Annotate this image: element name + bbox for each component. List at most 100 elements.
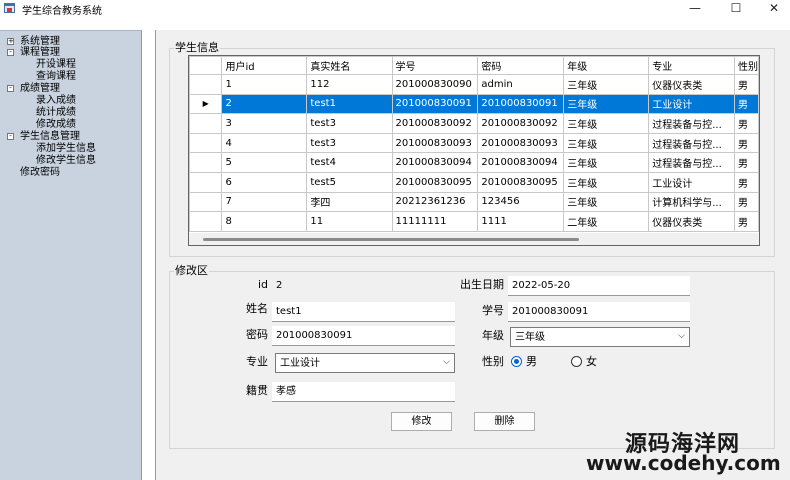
collapse-icon[interactable]: - bbox=[7, 85, 14, 92]
collapse-icon[interactable]: - bbox=[7, 133, 14, 140]
current-row-indicator-icon[interactable]: ▶ bbox=[189, 93, 223, 115]
cell[interactable]: 7 bbox=[221, 191, 308, 213]
cell[interactable]: 6 bbox=[221, 171, 308, 193]
tree-node-edit-grades[interactable]: 修改成绩 bbox=[36, 119, 76, 131]
cell[interactable]: 201000830094 bbox=[477, 152, 565, 173]
close-button[interactable]: ✕ bbox=[757, 0, 790, 17]
column-header[interactable]: 性别 bbox=[733, 56, 759, 75]
gender-female-radio[interactable] bbox=[571, 356, 582, 367]
delete-button[interactable]: 删除 bbox=[474, 412, 535, 431]
cell[interactable]: 男 bbox=[733, 93, 759, 115]
tree-node-stat-grades[interactable]: 统计成绩 bbox=[36, 107, 76, 119]
cell[interactable]: 男 bbox=[733, 132, 759, 154]
maximize-button[interactable]: ☐ bbox=[719, 0, 753, 17]
major-select[interactable]: 工业设计 ⌵ bbox=[275, 353, 455, 373]
cell[interactable]: 112 bbox=[306, 74, 393, 95]
cell[interactable]: 201000830095 bbox=[391, 171, 479, 193]
cell[interactable]: 计算机科学与... bbox=[648, 191, 735, 213]
cell[interactable]: 过程装备与控... bbox=[648, 113, 735, 134]
cell[interactable]: 男 bbox=[733, 74, 759, 95]
cell[interactable]: 2 bbox=[221, 93, 308, 115]
table-row[interactable]: 3 test3 201000830092 201000830092 三年级 过程… bbox=[189, 113, 759, 134]
gender-male-radio[interactable] bbox=[511, 356, 522, 367]
chevron-down-icon[interactable]: ⌵ bbox=[443, 356, 450, 369]
cell[interactable]: 男 bbox=[733, 211, 759, 232]
cell[interactable]: 5 bbox=[221, 152, 308, 173]
cell[interactable]: 三年级 bbox=[563, 152, 650, 173]
cell[interactable]: 8 bbox=[221, 211, 308, 232]
row-header[interactable] bbox=[189, 191, 223, 213]
tree-node-add-student[interactable]: 添加学生信息 bbox=[36, 143, 96, 155]
gender-male-label[interactable]: 男 bbox=[526, 355, 537, 369]
cell[interactable]: 11 bbox=[306, 211, 393, 232]
tree-node-open-course[interactable]: 开设课程 bbox=[36, 59, 76, 71]
cell[interactable]: test4 bbox=[306, 152, 393, 173]
table-row[interactable]: 7 李四 20212361236 123456 三年级 计算机科学与... 男 bbox=[189, 191, 759, 213]
cell[interactable]: 1111 bbox=[477, 211, 565, 232]
cell[interactable]: 201000830093 bbox=[477, 132, 565, 154]
expand-icon[interactable]: + bbox=[7, 38, 14, 45]
cell[interactable]: 二年级 bbox=[563, 211, 650, 232]
cell[interactable]: test1 bbox=[306, 93, 393, 115]
scrollbar-thumb[interactable] bbox=[203, 238, 579, 241]
cell[interactable]: 李四 bbox=[306, 191, 393, 213]
cell[interactable]: 男 bbox=[733, 113, 759, 134]
cell[interactable]: 3 bbox=[221, 113, 308, 134]
grid-horizontal-scrollbar[interactable] bbox=[188, 233, 760, 246]
cell[interactable]: 三年级 bbox=[563, 74, 650, 95]
table-row[interactable]: 1 112 201000830090 admin 三年级 仪器仪表类 男 bbox=[189, 74, 759, 95]
row-header[interactable] bbox=[189, 171, 223, 193]
cell[interactable]: 201000830093 bbox=[391, 132, 479, 154]
collapse-icon[interactable]: - bbox=[7, 49, 14, 56]
cell[interactable]: 三年级 bbox=[563, 93, 650, 115]
cell[interactable]: 男 bbox=[733, 191, 759, 213]
table-row[interactable]: 8 11 11111111 1111 二年级 仪器仪表类 男 bbox=[189, 211, 759, 232]
student-no-field[interactable]: 201000830091 bbox=[508, 302, 690, 322]
tree-node-query-course[interactable]: 查询课程 bbox=[36, 71, 76, 83]
cell[interactable]: 4 bbox=[221, 132, 308, 154]
table-row-selected[interactable]: ▶ 2 test1 201000830091 201000830091 三年级 … bbox=[189, 93, 759, 115]
column-header[interactable]: 真实姓名 bbox=[306, 56, 393, 75]
tree-node-change-password[interactable]: 修改密码 bbox=[20, 167, 60, 179]
cell[interactable]: 123456 bbox=[477, 191, 565, 213]
chevron-down-icon[interactable]: ⌵ bbox=[678, 330, 685, 343]
column-header[interactable]: 年级 bbox=[563, 56, 650, 75]
column-header[interactable]: 用户id bbox=[221, 56, 308, 75]
minimize-button[interactable]: — bbox=[678, 0, 712, 17]
cell[interactable]: 201000830094 bbox=[391, 152, 479, 173]
column-header[interactable]: 密码 bbox=[477, 56, 565, 75]
cell[interactable]: test3 bbox=[306, 132, 393, 154]
name-field[interactable]: test1 bbox=[272, 302, 455, 322]
grade-select[interactable]: 三年级 ⌵ bbox=[510, 327, 690, 347]
modify-button[interactable]: 修改 bbox=[391, 412, 452, 431]
cell[interactable]: 201000830091 bbox=[391, 93, 479, 115]
cell[interactable]: 男 bbox=[733, 171, 759, 193]
cell[interactable]: 工业设计 bbox=[648, 93, 735, 115]
cell[interactable]: 过程装备与控... bbox=[648, 152, 735, 173]
row-header[interactable] bbox=[189, 152, 223, 173]
cell[interactable]: 过程装备与控... bbox=[648, 132, 735, 154]
cell[interactable]: 三年级 bbox=[563, 132, 650, 154]
table-row[interactable]: 5 test4 201000830094 201000830094 三年级 过程… bbox=[189, 152, 759, 173]
cell[interactable]: 男 bbox=[733, 152, 759, 173]
table-row[interactable]: 4 test3 201000830093 201000830093 三年级 过程… bbox=[189, 132, 759, 154]
cell[interactable]: 11111111 bbox=[391, 211, 479, 232]
cell[interactable]: 三年级 bbox=[563, 113, 650, 134]
student-grid[interactable]: 用户id 真实姓名 学号 密码 年级 专业 性别 1 112 201000830… bbox=[188, 55, 760, 246]
cell[interactable]: 201000830092 bbox=[477, 113, 565, 134]
cell[interactable]: test5 bbox=[306, 171, 393, 193]
cell[interactable]: 三年级 bbox=[563, 191, 650, 213]
row-header[interactable] bbox=[189, 74, 223, 95]
birth-date-field[interactable]: 2022-05-20 bbox=[508, 276, 690, 296]
table-row[interactable]: 6 test5 201000830095 201000830095 三年级 工业… bbox=[189, 171, 759, 193]
tree-node-edit-student[interactable]: 修改学生信息 bbox=[36, 155, 96, 167]
cell[interactable]: 201000830095 bbox=[477, 171, 565, 193]
cell[interactable]: test3 bbox=[306, 113, 393, 134]
cell[interactable]: 20212361236 bbox=[391, 191, 479, 213]
row-header[interactable] bbox=[189, 132, 223, 154]
cell[interactable]: 仪器仪表类 bbox=[648, 211, 735, 232]
cell[interactable]: 201000830091 bbox=[477, 93, 565, 115]
cell[interactable]: 1 bbox=[221, 74, 308, 95]
cell[interactable]: 工业设计 bbox=[648, 171, 735, 193]
gender-female-label[interactable]: 女 bbox=[586, 355, 597, 369]
